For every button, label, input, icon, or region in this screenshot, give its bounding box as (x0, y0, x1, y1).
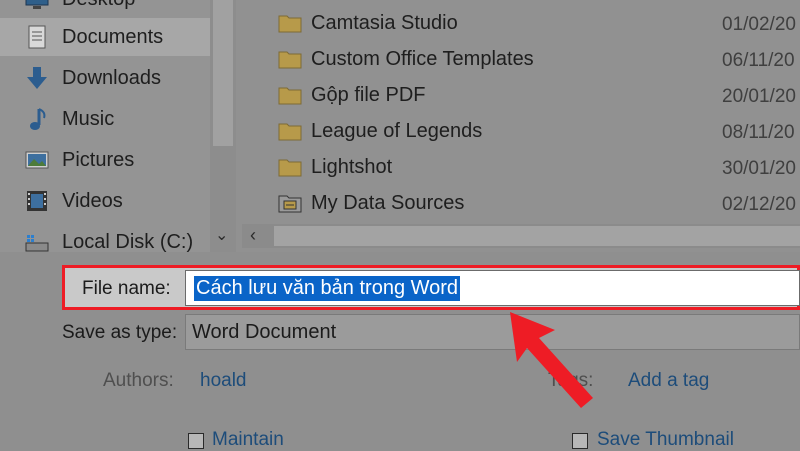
file-name: League of Legends (311, 120, 483, 142)
file-name: Camtasia Studio (311, 12, 458, 34)
file-date: 30/01/20 (722, 158, 796, 179)
file-name-selected-text[interactable]: Cách lưu văn bản trong Word (194, 276, 461, 301)
nav-item-label: Local Disk (C:) (62, 230, 194, 253)
nav-item-downloads[interactable]: Downloads (0, 59, 210, 97)
nav-item-label: Downloads (62, 66, 161, 89)
chevron-left-icon[interactable]: ‹ (250, 225, 256, 246)
save-thumbnail-checkbox[interactable] (572, 433, 588, 449)
file-row-lightshot[interactable]: Lightshot 30/01/20 (236, 149, 800, 185)
file-row-league-of-legends[interactable]: League of Legends 08/11/20 (236, 113, 800, 149)
save-thumbnail-label[interactable]: Save Thumbnail (597, 429, 734, 451)
file-date: 01/02/20 (722, 14, 796, 35)
horizontal-scrollbar-thumb[interactable] (274, 226, 800, 246)
nav-item-videos[interactable]: Videos (0, 182, 210, 220)
navigation-pane: Desktop Documents Downloads Music (0, 0, 210, 253)
folder-icon (278, 51, 302, 69)
horizontal-scrollbar[interactable]: ‹ (242, 224, 800, 248)
save-as-type-select[interactable]: Word Document (185, 314, 800, 350)
maintain-label[interactable]: Maintain (212, 429, 284, 451)
folder-icon (278, 87, 302, 105)
nav-item-label: Music (62, 107, 115, 130)
nav-item-music[interactable]: Music (0, 100, 210, 138)
file-row-gop-file-pdf[interactable]: Gộp file PDF 20/01/20 (236, 77, 800, 113)
file-date: 02/12/20 (722, 194, 796, 215)
file-date: 08/11/20 (722, 122, 795, 143)
authors-label: Authors: (103, 370, 174, 391)
downloads-icon (27, 67, 47, 89)
file-row-camtasia-studio[interactable]: Camtasia Studio 01/02/20 (236, 5, 800, 41)
videos-icon (27, 191, 47, 211)
nav-item-label: Documents (62, 25, 164, 48)
file-name: Gộp file PDF (311, 84, 426, 106)
nav-scrollbar[interactable]: ⌄ (210, 0, 236, 252)
nav-item-pictures[interactable]: Pictures (0, 141, 210, 179)
file-list: Camtasia Studio 01/02/20 Custom Office T… (236, 0, 800, 252)
nav-item-label: Videos (62, 189, 123, 212)
nav-item-label: Desktop (62, 0, 135, 11)
nav-item-desktop[interactable]: Desktop (0, 0, 210, 18)
maintain-checkbox[interactable] (188, 433, 204, 449)
music-icon (30, 108, 46, 130)
nav-scrollbar-thumb[interactable] (213, 0, 233, 146)
folder-icon (278, 123, 302, 141)
folder-icon (278, 159, 302, 177)
file-name: Custom Office Templates (311, 48, 534, 70)
data-sources-folder-icon (278, 195, 302, 213)
folder-icon (278, 15, 302, 33)
file-name-label: File name: (82, 278, 171, 299)
save-as-type-label: Save as type: (62, 322, 178, 343)
desktop-icon (25, 0, 49, 9)
authors-value[interactable]: hoald (200, 370, 247, 392)
chevron-down-icon[interactable]: ⌄ (215, 225, 228, 245)
file-name: My Data Sources (311, 192, 465, 214)
documents-icon (28, 25, 46, 49)
save-as-type-value: Word Document (192, 321, 337, 343)
add-tag-link[interactable]: Add a tag (628, 370, 709, 392)
file-row-custom-office-templates[interactable]: Custom Office Templates 06/11/20 (236, 41, 800, 77)
nav-item-documents[interactable]: Documents (0, 18, 210, 56)
annotation-arrow-icon (510, 312, 593, 408)
file-name-input[interactable]: Cách lưu văn bản trong Word (185, 270, 800, 306)
nav-item-label: Pictures (62, 148, 135, 171)
file-row-my-data-sources[interactable]: My Data Sources 02/12/20 (236, 185, 800, 221)
file-date: 06/11/20 (722, 50, 795, 71)
file-date: 20/01/20 (722, 86, 796, 107)
pictures-icon (25, 151, 49, 169)
file-name: Lightshot (311, 156, 393, 178)
